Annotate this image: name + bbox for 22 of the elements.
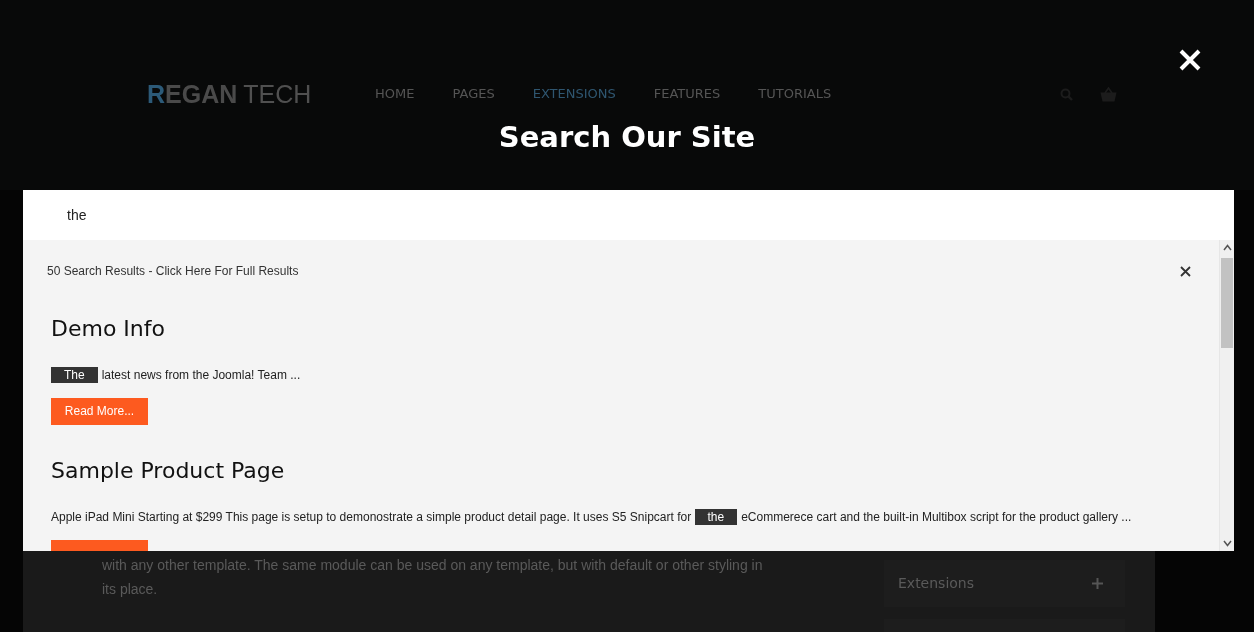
scrollbar-thumb[interactable] (1221, 258, 1233, 348)
result-snippet: The latest news from the Joomla! Team ... (51, 366, 1191, 384)
result-title: Demo Info (51, 315, 166, 343)
paragraph-text: with any other template. The same module can be used on any template, but with default or other styling in its place. (102, 556, 764, 599)
chevron-down-icon[interactable] (1223, 540, 1232, 547)
nav-link[interactable]: HOME (375, 84, 415, 104)
result-title: Sample Product Page (51, 457, 286, 485)
nav-link[interactable]: EXTENSIONS (532, 84, 616, 104)
modal-title: Search Our Site (498, 119, 756, 156)
nav-link[interactable]: TUTORIALS (758, 84, 832, 104)
search-field[interactable]: the (23, 190, 1234, 240)
nav-link[interactable]: PAGES (452, 84, 495, 104)
plus-icon (1092, 578, 1103, 589)
result-snippet: Apple iPad Mini Starting at $299 This page is setup to demonostrate a simple product detail page. It uses S5 Snipcart for the eCommerece cart and the built-in Multibox script for the product gallery ... (51, 508, 1133, 526)
close-icon[interactable] (1180, 265, 1191, 277)
nav-link[interactable]: FEATURES (653, 84, 721, 104)
scrollbar[interactable] (1219, 240, 1234, 551)
read-more-button[interactable]: Read More... (51, 398, 148, 425)
accordion-label: Extensions (898, 574, 975, 593)
full-results-link[interactable]: 50 Search Results - Click Here For Full Results (47, 262, 299, 280)
logo[interactable]: REGAN TECH (147, 80, 347, 108)
chevron-up-icon[interactable] (1223, 244, 1232, 251)
